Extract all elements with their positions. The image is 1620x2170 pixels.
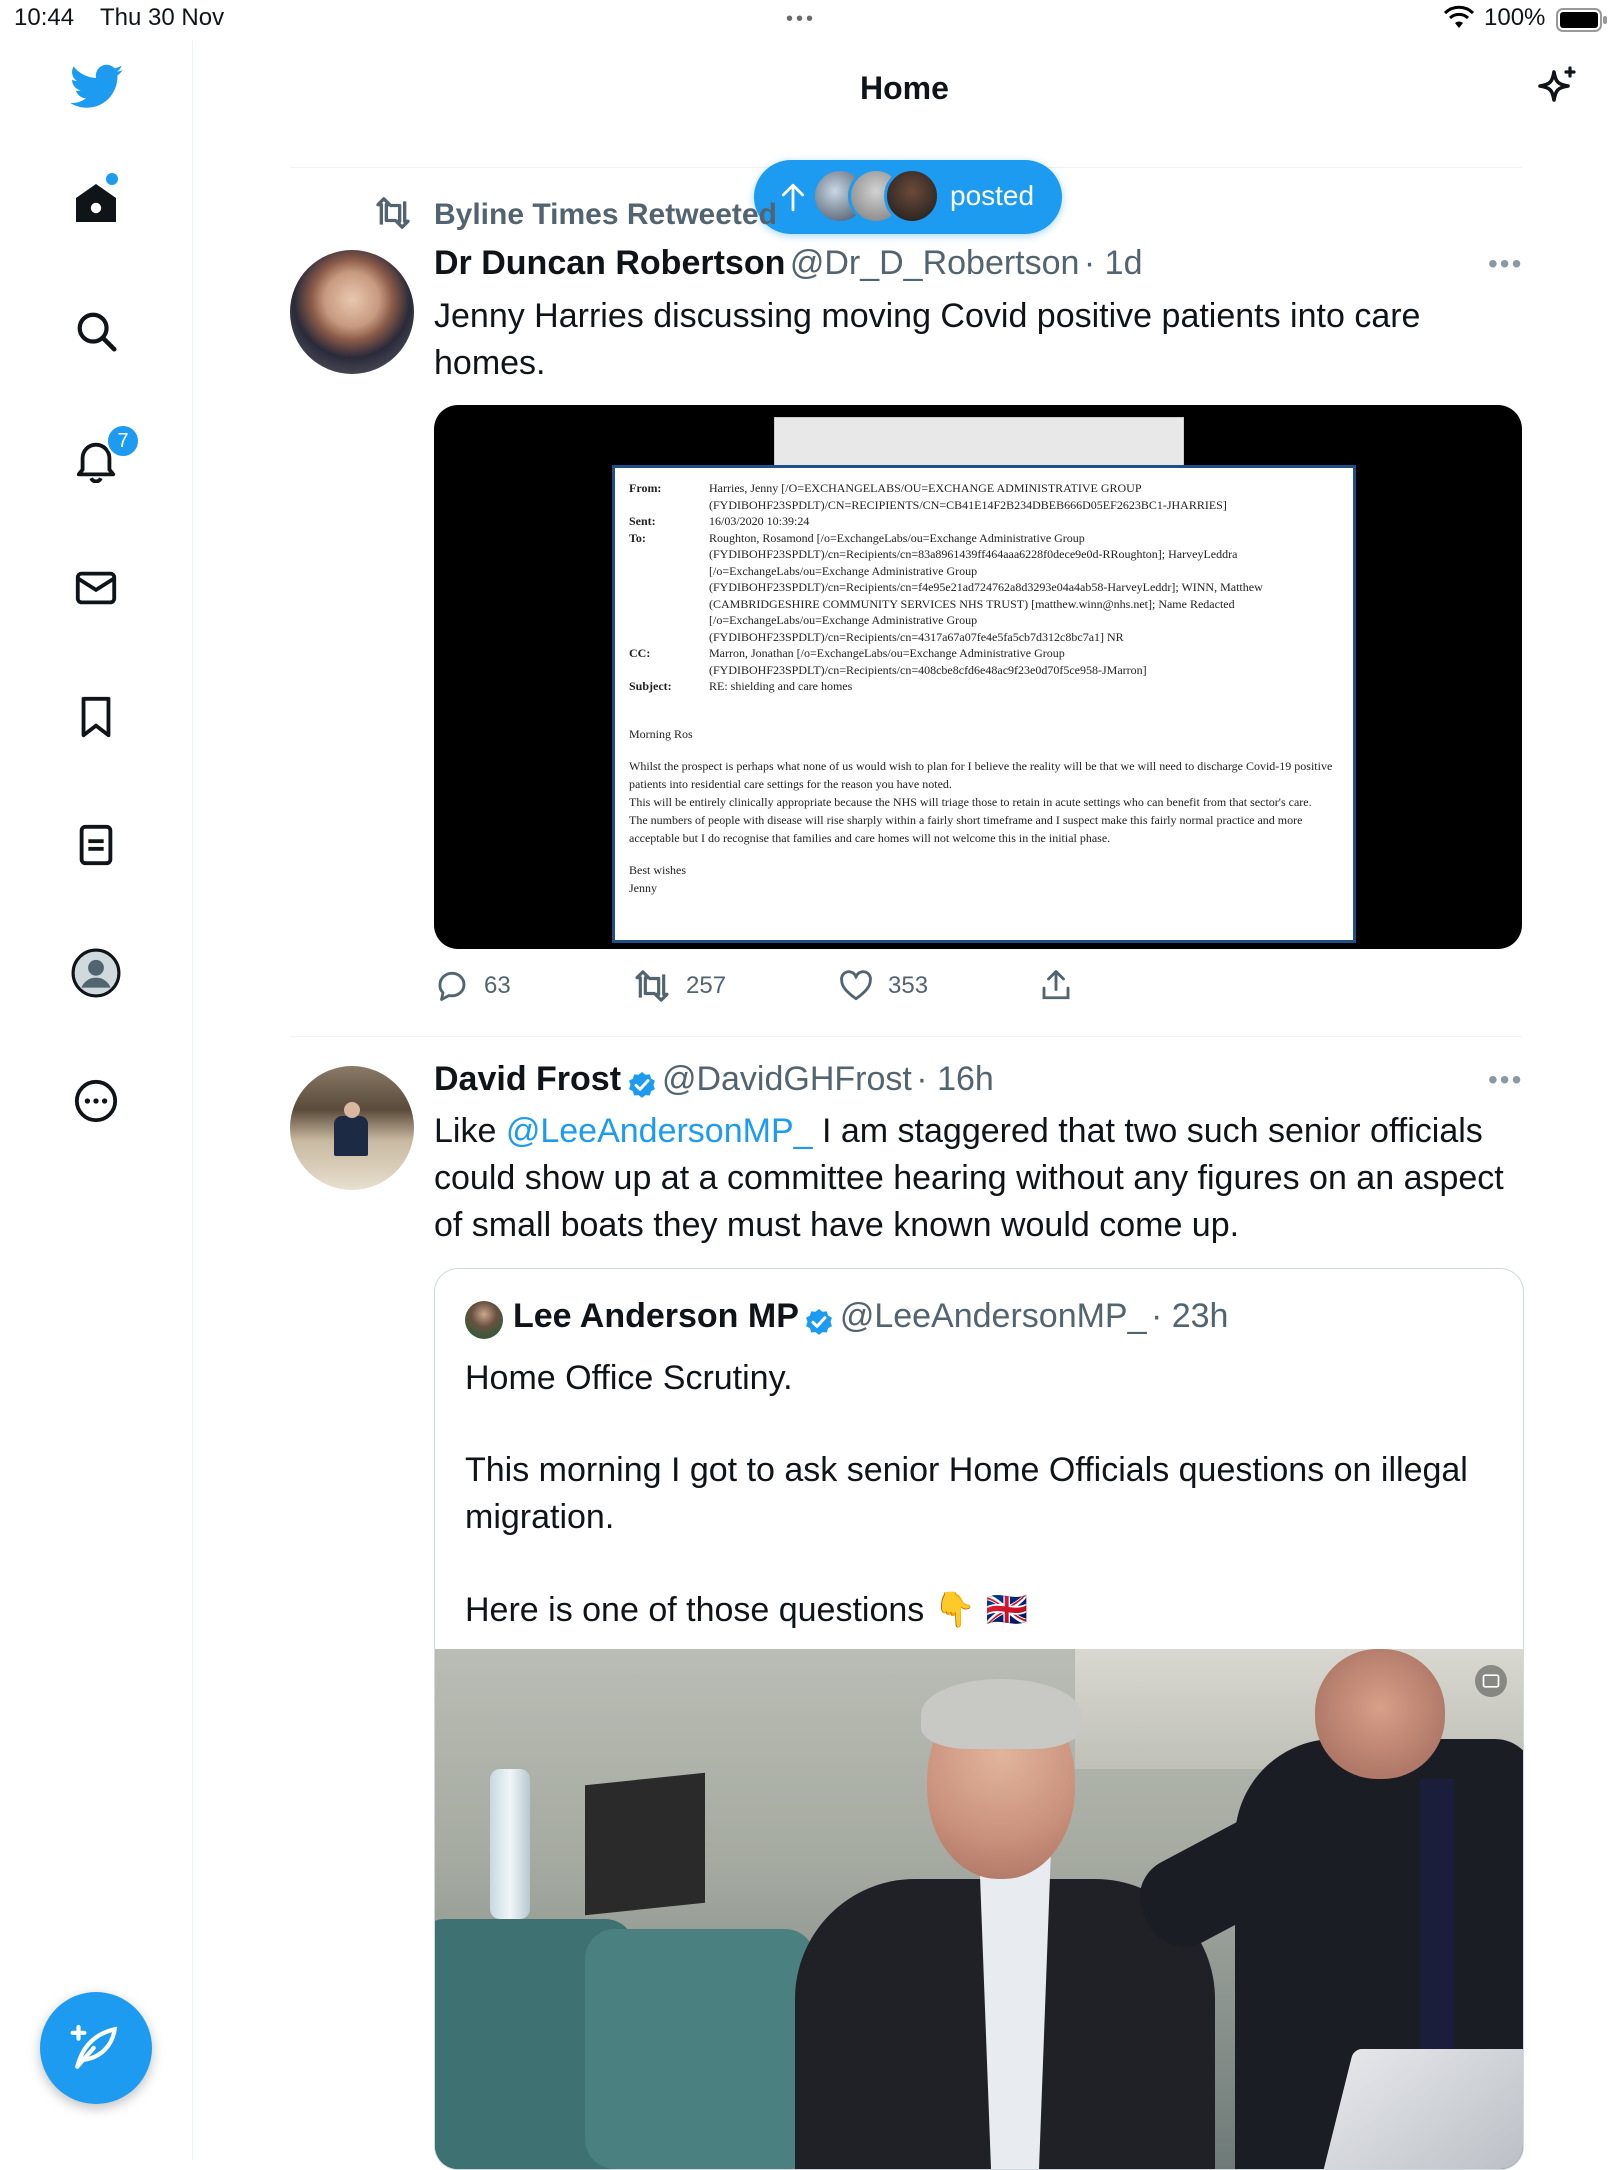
battery-icon	[1556, 8, 1607, 32]
compose-button[interactable]	[40, 1992, 152, 2104]
share-button[interactable]	[1038, 966, 1074, 1004]
quote-handle: @LeeAndersonMP_	[839, 1297, 1147, 1335]
reply-count: 63	[484, 972, 511, 999]
timestamp[interactable]: · 16h	[916, 1060, 994, 1098]
like-count: 353	[888, 972, 929, 999]
retweet-icon	[635, 970, 669, 1002]
avatar[interactable]	[290, 1066, 414, 1190]
pill-label: posted	[950, 180, 1035, 211]
heart-icon	[840, 970, 872, 1001]
tweet-header: David Frost @DavidGHFrost · 16h	[434, 1060, 994, 1102]
mention-link[interactable]: @LeeAndersonMP_	[506, 1112, 813, 1150]
quote-header: Lee Anderson MP @LeeAndersonMP_ · 23h	[513, 1297, 1228, 1339]
avatar[interactable]	[290, 250, 414, 374]
tweet-divider	[290, 1036, 1522, 1037]
notifications-badge: 7	[106, 424, 140, 458]
quote-line-2: This morning I got to ask senior Home Of…	[465, 1451, 1468, 1536]
nav-bookmarks[interactable]	[68, 689, 124, 745]
quote-avatar[interactable]	[465, 1301, 503, 1339]
quote-line-3: Here is one of those questions 👇 🇬🇧	[465, 1591, 1028, 1629]
verified-badge-icon	[628, 1071, 655, 1098]
retweet-icon	[373, 196, 413, 235]
captions-icon[interactable]	[1475, 1665, 1507, 1697]
bookmark-icon	[81, 696, 111, 738]
nav-profile[interactable]	[68, 945, 124, 1001]
nav-notifications[interactable]: 7	[68, 424, 140, 488]
page-title: Home	[860, 70, 949, 106]
twitter-logo-icon[interactable]	[70, 64, 124, 110]
status-date: Thu 30 Nov	[100, 4, 225, 31]
more-options-icon[interactable]: •••	[1488, 248, 1523, 280]
home-icon	[76, 184, 116, 222]
pill-avatar-3	[884, 168, 940, 224]
reply-button[interactable]: 63	[434, 968, 511, 1004]
like-button[interactable]: 353	[838, 968, 928, 1004]
home-unread-dot	[106, 173, 118, 185]
tweet-media[interactable]: From: Harries, Jenny [/O=EXCHANGELABS/OU=…	[434, 405, 1522, 949]
handle[interactable]: @Dr_D_Robertson	[790, 244, 1080, 282]
tweet-header: Dr Duncan Robertson @Dr_D_Robertson · 1d	[434, 244, 1143, 283]
list-icon	[79, 824, 113, 866]
quote-line-1: Home Office Scrutiny.	[465, 1359, 793, 1397]
profile-avatar-icon	[71, 948, 121, 998]
quote-media-video[interactable]	[435, 1649, 1523, 2169]
email-document: From: Harries, Jenny [/O=EXCHANGELABS/OU=…	[612, 465, 1356, 943]
tweet-text: Jenny Harries discussing moving Covid po…	[434, 297, 1421, 382]
quote-timestamp: · 23h	[1150, 1297, 1229, 1335]
search-icon	[77, 312, 117, 352]
nav-messages[interactable]	[68, 560, 124, 616]
nav-more[interactable]	[68, 1073, 124, 1129]
more-options-icon[interactable]: •••	[1488, 1064, 1523, 1096]
arrow-up-icon	[781, 183, 805, 212]
email-background-sheet	[774, 417, 1184, 471]
multitasking-dots-icon[interactable]: •••	[786, 8, 816, 31]
mail-icon	[75, 571, 117, 605]
status-time: 10:44	[14, 4, 75, 31]
timestamp[interactable]: · 1d	[1084, 244, 1143, 282]
reply-icon	[438, 971, 466, 1001]
verified-badge-icon	[806, 1308, 833, 1335]
tweet-text: Like @LeeAndersonMP_ I am staggered that…	[434, 1112, 1504, 1244]
social-context[interactable]: Byline Times Retweeted	[434, 198, 777, 232]
battery-percentage: 100%	[1484, 4, 1546, 31]
nav-explore[interactable]	[68, 303, 124, 359]
new-posts-pill[interactable]: posted	[754, 160, 1062, 234]
wifi-icon	[1444, 5, 1474, 28]
share-icon	[1042, 970, 1070, 1000]
more-circle-icon	[74, 1079, 118, 1123]
compose-feather-icon	[70, 2024, 118, 2069]
handle[interactable]: @DavidGHFrost	[662, 1060, 912, 1098]
retweet-count: 257	[686, 972, 727, 999]
display-name[interactable]: David Frost	[434, 1060, 621, 1098]
sparkle-icon[interactable]	[1532, 64, 1580, 112]
nav-home[interactable]	[68, 173, 124, 231]
quoted-tweet[interactable]: Lee Anderson MP @LeeAndersonMP_ · 23h Ho…	[434, 1268, 1524, 2170]
nav-lists[interactable]	[68, 817, 124, 873]
display-name[interactable]: Dr Duncan Robertson	[434, 244, 785, 282]
retweet-button[interactable]: 257	[632, 968, 726, 1004]
quote-display-name: Lee Anderson MP	[513, 1297, 799, 1335]
